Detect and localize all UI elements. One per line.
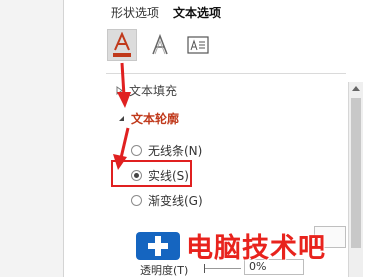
- no-line-radio[interactable]: [131, 145, 142, 156]
- watermark-text: 电脑技术吧: [186, 233, 326, 264]
- annotation-highlight-box: [111, 160, 192, 187]
- watermark: 电脑技术吧: [134, 226, 326, 265]
- scroll-up-button[interactable]: [349, 85, 363, 95]
- tab-shape-options[interactable]: 形状选项: [111, 4, 159, 22]
- scroll-thumb[interactable]: [351, 98, 361, 248]
- text-outline-section[interactable]: 文本轮廓: [118, 110, 179, 127]
- tab-text-options[interactable]: 文本选项: [173, 4, 221, 22]
- text-fill-outline-icon: [113, 32, 131, 57]
- pane-scrollbar[interactable]: [348, 82, 363, 277]
- panel-divider: [106, 73, 346, 74]
- transparency-slider[interactable]: [205, 268, 241, 269]
- text-options-icons: [107, 29, 212, 61]
- text-fill-label: 文本填充: [129, 84, 178, 98]
- chevron-right-icon: [116, 86, 123, 95]
- text-fill-outline-button[interactable]: [107, 29, 137, 61]
- no-line-label: 无线条(N): [148, 144, 203, 158]
- text-box-button[interactable]: [184, 30, 212, 60]
- text-effects-icon: [152, 33, 168, 55]
- gradient-line-radio[interactable]: [131, 195, 142, 206]
- gradient-line-label: 渐变线(G): [148, 194, 203, 208]
- text-fill-section[interactable]: 文本填充: [116, 82, 177, 99]
- text-box-icon: [187, 36, 209, 54]
- chevron-down-icon: [119, 116, 124, 121]
- option-gradient-line[interactable]: 渐变线(G): [131, 192, 203, 209]
- left-gutter: [0, 0, 63, 277]
- text-effects-button[interactable]: [146, 30, 174, 60]
- watermark-logo-icon: [136, 231, 180, 260]
- option-no-line[interactable]: 无线条(N): [131, 142, 202, 159]
- scroll-up-icon: [352, 86, 360, 91]
- text-outline-label: 文本轮廓: [131, 112, 180, 126]
- option-tabs: 形状选项 文本选项: [111, 4, 221, 22]
